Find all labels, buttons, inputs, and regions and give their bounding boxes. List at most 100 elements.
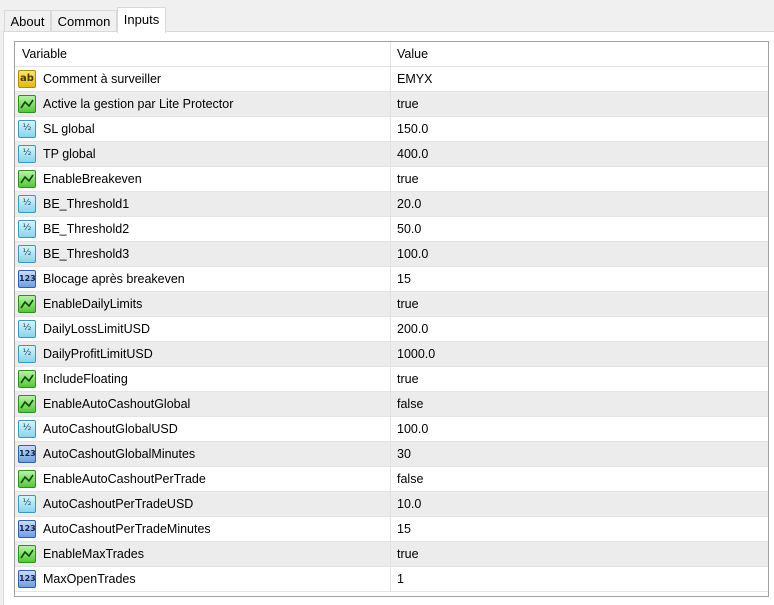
table-row[interactable]: EnableBreakeven true: [15, 167, 768, 192]
variable-cell[interactable]: EnableAutoCashoutPerTrade: [15, 467, 391, 491]
variable-name: MaxOpenTrades: [43, 572, 136, 586]
int-icon: 123: [18, 445, 36, 463]
table-row[interactable]: ab Comment à surveiller EMYX: [15, 67, 768, 92]
grid-header: Variable Value: [15, 42, 768, 67]
table-row[interactable]: ½ BE_Threshold3 100.0: [15, 242, 768, 267]
table-row[interactable]: ½ DailyLossLimitUSD 200.0: [15, 317, 768, 342]
variable-value: true: [397, 172, 419, 186]
table-row[interactable]: ½ SL global 150.0: [15, 117, 768, 142]
value-cell[interactable]: 50.0: [391, 217, 768, 241]
value-cell[interactable]: 15: [391, 267, 768, 291]
table-row[interactable]: ½ BE_Threshold1 20.0: [15, 192, 768, 217]
variable-cell[interactable]: 123 MaxOpenTrades: [15, 567, 391, 591]
value-cell[interactable]: 100.0: [391, 417, 768, 441]
table-row[interactable]: ½ TP global 400.0: [15, 142, 768, 167]
variable-name: EnableAutoCashoutPerTrade: [43, 472, 206, 486]
double-icon: ½: [18, 495, 36, 513]
variable-value: false: [397, 397, 424, 411]
ab-string-icon: ab: [18, 70, 36, 88]
variable-name: TP global: [43, 147, 96, 161]
column-header-variable[interactable]: Variable: [15, 42, 391, 66]
table-row[interactable]: 123 AutoCashoutPerTradeMinutes 15: [15, 517, 768, 542]
value-cell[interactable]: 10.0: [391, 492, 768, 516]
double-icon: ½: [18, 145, 36, 163]
table-row[interactable]: ½ BE_Threshold2 50.0: [15, 217, 768, 242]
int-icon: 123: [18, 270, 36, 288]
variable-cell[interactable]: 123 AutoCashoutGlobalMinutes: [15, 442, 391, 466]
variable-value: 200.0: [397, 322, 429, 336]
variable-cell[interactable]: EnableAutoCashoutGlobal: [15, 392, 391, 416]
variable-value: 100.0: [397, 247, 429, 261]
table-row[interactable]: EnableMaxTrades true: [15, 542, 768, 567]
variable-name: BE_Threshold3: [43, 247, 130, 261]
value-cell[interactable]: true: [391, 542, 768, 566]
variable-name: EnableAutoCashoutGlobal: [43, 397, 191, 411]
table-row[interactable]: EnableAutoCashoutGlobal false: [15, 392, 768, 417]
variable-cell[interactable]: ½ SL global: [15, 117, 391, 141]
value-cell[interactable]: 150.0: [391, 117, 768, 141]
variable-cell[interactable]: 123 AutoCashoutPerTradeMinutes: [15, 517, 391, 541]
variable-cell[interactable]: EnableMaxTrades: [15, 542, 391, 566]
value-cell[interactable]: 20.0: [391, 192, 768, 216]
variable-cell[interactable]: EnableDailyLimits: [15, 292, 391, 316]
variable-value: true: [397, 297, 419, 311]
variable-value: 30: [397, 447, 411, 461]
column-header-value-label: Value: [397, 47, 429, 61]
double-icon: ½: [18, 320, 36, 338]
variable-cell[interactable]: IncludeFloating: [15, 367, 391, 391]
variable-value: 100.0: [397, 422, 429, 436]
table-row[interactable]: 123 Blocage après breakeven 15: [15, 267, 768, 292]
table-row[interactable]: Active la gestion par Lite Protector true: [15, 92, 768, 117]
variable-cell[interactable]: Active la gestion par Lite Protector: [15, 92, 391, 116]
variable-cell[interactable]: ½ AutoCashoutPerTradeUSD: [15, 492, 391, 516]
tab-about[interactable]: About: [4, 10, 51, 31]
value-cell[interactable]: 1: [391, 567, 768, 591]
table-row[interactable]: ½ AutoCashoutPerTradeUSD 10.0: [15, 492, 768, 517]
variable-name: EnableDailyLimits: [43, 297, 143, 311]
double-icon: ½: [18, 345, 36, 363]
variable-cell[interactable]: ½ BE_Threshold1: [15, 192, 391, 216]
table-row[interactable]: 123 MaxOpenTrades 1: [15, 567, 768, 592]
table-row[interactable]: IncludeFloating true: [15, 367, 768, 392]
bool-icon: [18, 295, 36, 313]
inputs-panel: Variable Value ab Comment à surveiller EMY…: [3, 31, 774, 605]
tab-common[interactable]: Common: [51, 10, 117, 31]
table-row[interactable]: 123 AutoCashoutGlobalMinutes 30: [15, 442, 768, 467]
value-cell[interactable]: 30: [391, 442, 768, 466]
table-row[interactable]: EnableAutoCashoutPerTrade false: [15, 467, 768, 492]
variable-cell[interactable]: ½ BE_Threshold2: [15, 217, 391, 241]
variable-name: IncludeFloating: [43, 372, 128, 386]
value-cell[interactable]: 100.0: [391, 242, 768, 266]
value-cell[interactable]: 15: [391, 517, 768, 541]
variable-cell[interactable]: ½ BE_Threshold3: [15, 242, 391, 266]
column-header-value[interactable]: Value: [391, 42, 768, 66]
variable-name: AutoCashoutPerTradeUSD: [43, 497, 194, 511]
value-cell[interactable]: 400.0: [391, 142, 768, 166]
value-cell[interactable]: 1000.0: [391, 342, 768, 366]
table-row[interactable]: ½ AutoCashoutGlobalUSD 100.0: [15, 417, 768, 442]
value-cell[interactable]: true: [391, 367, 768, 391]
value-cell[interactable]: true: [391, 292, 768, 316]
variable-name: EnableBreakeven: [43, 172, 142, 186]
variable-cell[interactable]: 123 Blocage après breakeven: [15, 267, 391, 291]
value-cell[interactable]: true: [391, 92, 768, 116]
variable-cell[interactable]: ½ AutoCashoutGlobalUSD: [15, 417, 391, 441]
value-cell[interactable]: EMYX: [391, 67, 768, 91]
value-cell[interactable]: true: [391, 167, 768, 191]
variable-name: AutoCashoutPerTradeMinutes: [43, 522, 211, 536]
tab-inputs[interactable]: Inputs: [117, 7, 166, 33]
bool-icon: [18, 470, 36, 488]
table-row[interactable]: ½ DailyProfitLimitUSD 1000.0: [15, 342, 768, 367]
value-cell[interactable]: false: [391, 467, 768, 491]
variable-cell[interactable]: ½ DailyLossLimitUSD: [15, 317, 391, 341]
variable-cell[interactable]: ½ DailyProfitLimitUSD: [15, 342, 391, 366]
bool-icon: [18, 370, 36, 388]
table-row[interactable]: EnableDailyLimits true: [15, 292, 768, 317]
variable-cell[interactable]: ½ TP global: [15, 142, 391, 166]
value-cell[interactable]: 200.0: [391, 317, 768, 341]
variable-cell[interactable]: ab Comment à surveiller: [15, 67, 391, 91]
variable-name: EnableMaxTrades: [43, 547, 144, 561]
variable-cell[interactable]: EnableBreakeven: [15, 167, 391, 191]
value-cell[interactable]: false: [391, 392, 768, 416]
int-icon: 123: [18, 520, 36, 538]
